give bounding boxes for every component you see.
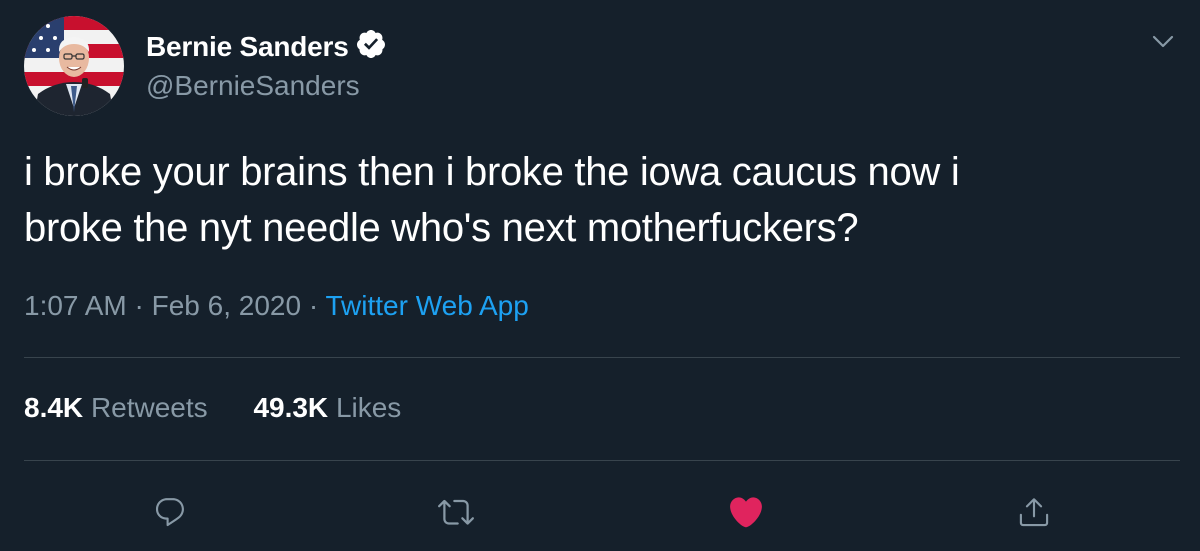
- share-icon: [1019, 498, 1049, 527]
- divider: [24, 357, 1180, 358]
- avatar[interactable]: [24, 16, 124, 116]
- meta-separator: ·: [134, 290, 152, 321]
- reply-button[interactable]: [148, 490, 192, 534]
- tweet-card: Bernie Sanders @BernieSanders i broke yo…: [0, 0, 1200, 551]
- heart-icon: [730, 497, 762, 528]
- avatar-image: [24, 16, 124, 116]
- retweet-icon: [438, 499, 474, 525]
- name-row: Bernie Sanders: [146, 28, 387, 65]
- tweet-text-line: i broke your brains then i broke the iow…: [24, 150, 960, 194]
- tweet-stats: 8.4K Retweets 49.3K Likes: [24, 392, 439, 424]
- likes-stat[interactable]: 49.3K Likes: [253, 392, 401, 423]
- display-name[interactable]: Bernie Sanders: [146, 31, 349, 63]
- tweet-date[interactable]: Feb 6, 2020: [152, 290, 301, 321]
- verified-badge-icon: [355, 28, 387, 65]
- tweet-source-link[interactable]: Twitter Web App: [325, 290, 528, 321]
- retweet-button[interactable]: [434, 490, 478, 534]
- retweets-count: 8.4K: [24, 392, 84, 423]
- divider: [24, 460, 1180, 461]
- tweet-time[interactable]: 1:07 AM: [24, 290, 127, 321]
- retweets-stat[interactable]: 8.4K Retweets: [24, 392, 208, 423]
- meta-separator: ·: [308, 290, 326, 321]
- likes-label: Likes: [335, 392, 402, 423]
- reply-icon: [155, 498, 184, 527]
- user-handle[interactable]: @BernieSanders: [146, 70, 360, 102]
- retweets-label: Retweets: [90, 392, 208, 423]
- tweet-text: i broke your brains then i broke the iow…: [24, 144, 1164, 256]
- chevron-down-icon[interactable]: [1150, 28, 1176, 54]
- likes-count: 49.3K: [253, 392, 329, 423]
- tweet-text-line: broke the nyt needle who's next motherfu…: [24, 206, 859, 250]
- like-button[interactable]: [724, 490, 768, 534]
- share-button[interactable]: [1012, 490, 1056, 534]
- tweet-meta: 1:07 AM · Feb 6, 2020 · Twitter Web App: [24, 290, 529, 322]
